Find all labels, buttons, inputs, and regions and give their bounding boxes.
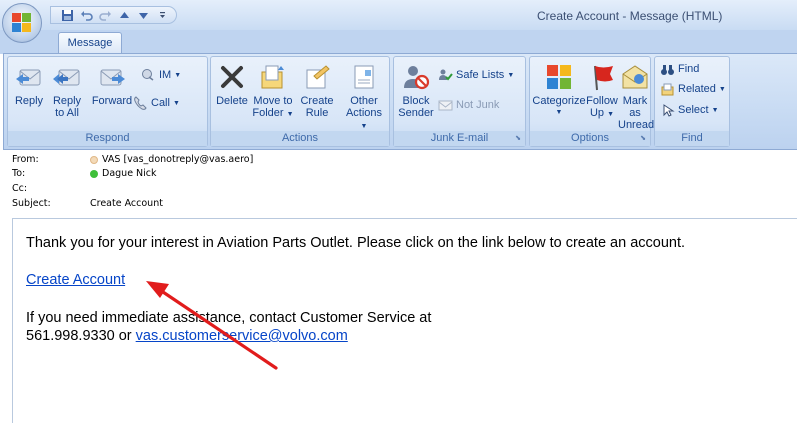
block-sender-icon [400, 61, 432, 93]
junk-email-group: Block Sender Safe Lists ▼ Not Junk Junk … [393, 56, 526, 147]
reply-button[interactable]: Reply [12, 61, 46, 107]
title-bar: Create Account - Message (HTML) [0, 0, 797, 30]
other-actions-button[interactable]: Other Actions ▼ [341, 61, 387, 133]
customer-service-email-link[interactable]: vas.customerservice@volvo.com [136, 328, 348, 344]
cc-row: Cc: [12, 182, 412, 195]
create-rule-icon [301, 61, 333, 93]
related-button[interactable]: Related ▼ [659, 81, 726, 97]
im-button[interactable]: IM ▼ [140, 67, 181, 83]
not-junk-button[interactable]: Not Junk [437, 97, 499, 113]
reply-all-icon [51, 61, 83, 93]
call-button[interactable]: Call ▼ [132, 95, 180, 111]
subject-label: Subject: [12, 198, 51, 209]
subject-row: Subject: Create Account [12, 197, 412, 210]
undo-icon[interactable] [78, 8, 94, 22]
categorize-dropdown-icon: ▼ [555, 109, 563, 116]
respond-group: Reply Reply to All Forward IM ▼ Call ▼ R… [7, 56, 208, 147]
to-label: To: [12, 168, 26, 179]
actions-group-label: Actions [211, 131, 389, 146]
next-item-icon[interactable] [135, 8, 151, 22]
from-label: From: [12, 154, 39, 165]
move-to-folder-button[interactable]: Move to Folder ▼ [251, 61, 295, 121]
window-title: Create Account - Message (HTML) [537, 9, 723, 23]
customize-toolbar-icon[interactable] [154, 8, 170, 22]
ribbon: Reply Reply to All Forward IM ▼ Call ▼ R… [3, 53, 797, 150]
message-body[interactable]: Thank you for your interest in Aviation … [12, 218, 797, 423]
related-dropdown-icon: ▼ [718, 85, 726, 93]
save-icon[interactable] [59, 8, 75, 22]
find-button[interactable]: Find [659, 61, 699, 77]
quick-access-toolbar [50, 6, 177, 24]
create-account-link[interactable]: Create Account [26, 272, 125, 288]
from-row: From: VAS [vas_donotreply@vas.aero] [12, 153, 412, 166]
find-group: Find Related ▼ Select ▼ Find [654, 56, 730, 147]
create-rule-button[interactable]: Create Rule [297, 61, 337, 119]
to-row: To: Dague Nick [12, 167, 412, 180]
other-actions-dropdown-icon: ▼ [360, 123, 368, 130]
cc-label: Cc: [12, 183, 28, 194]
phone-icon [132, 95, 148, 111]
forward-icon [96, 61, 128, 93]
categorize-button[interactable]: Categorize ▼ [532, 61, 586, 119]
delete-button[interactable]: Delete [214, 61, 250, 107]
respond-group-label: Respond [8, 131, 207, 146]
previous-item-icon[interactable] [116, 8, 132, 22]
block-sender-button[interactable]: Block Sender [398, 61, 434, 119]
follow-up-button[interactable]: Follow Up ▼ [586, 61, 618, 121]
other-actions-icon [348, 61, 380, 93]
move-to-folder-icon [257, 61, 289, 93]
delete-icon [216, 61, 248, 93]
move-dropdown-icon: ▼ [286, 111, 294, 118]
redo-icon[interactable] [97, 8, 113, 22]
office-button[interactable] [2, 3, 42, 43]
contact-line: 561.998.9330 or vas.customerservice@volv… [26, 328, 348, 344]
find-group-label: Find [655, 131, 729, 146]
binoculars-icon [659, 61, 675, 77]
safe-lists-dropdown-icon: ▼ [507, 71, 515, 79]
subject-value: Create Account [90, 198, 163, 209]
actions-group: Delete Move to Folder ▼ Create Rule Othe… [210, 56, 390, 147]
intro-text: Thank you for your interest in Aviation … [26, 235, 686, 251]
reply-icon [13, 61, 45, 93]
from-value[interactable]: VAS [vas_donotreply@vas.aero] [90, 153, 253, 166]
safe-lists-icon [437, 67, 453, 83]
flag-icon [586, 61, 618, 93]
im-icon [140, 67, 156, 83]
select-button[interactable]: Select ▼ [659, 102, 719, 118]
mark-unread-icon [619, 61, 651, 93]
follow-up-dropdown-icon: ▼ [607, 111, 615, 118]
options-group-label: Options ⬊ [530, 131, 650, 146]
junk-dialog-launcher-icon[interactable]: ⬊ [514, 135, 522, 143]
forward-button[interactable]: Forward [88, 61, 136, 107]
online-presence-icon [90, 169, 98, 178]
categorize-icon [543, 61, 575, 93]
ribbon-tab-row: Message [0, 30, 797, 54]
safe-lists-button[interactable]: Safe Lists ▼ [437, 67, 514, 83]
message-header: From: VAS [vas_donotreply@vas.aero] To: … [0, 150, 797, 217]
call-dropdown-icon: ▼ [172, 99, 180, 107]
options-group: Categorize ▼ Follow Up ▼ Mark as Unread … [529, 56, 654, 147]
help-text: If you need immediate assistance, contac… [26, 310, 432, 326]
tab-message[interactable]: Message [58, 32, 122, 54]
cursor-icon [659, 102, 675, 118]
to-value[interactable]: Dague Nick [90, 167, 157, 180]
related-icon [659, 81, 675, 97]
select-dropdown-icon: ▼ [711, 106, 719, 114]
reply-all-button[interactable]: Reply to All [48, 61, 86, 119]
mark-as-unread-button[interactable]: Mark as Unread [618, 61, 654, 131]
not-junk-icon [437, 97, 453, 113]
options-dialog-launcher-icon[interactable]: ⬊ [639, 135, 647, 143]
presence-icon [90, 155, 98, 164]
im-dropdown-icon: ▼ [174, 71, 182, 79]
junk-email-group-label: Junk E-mail ⬊ [394, 131, 525, 146]
office-logo-icon [12, 13, 32, 33]
